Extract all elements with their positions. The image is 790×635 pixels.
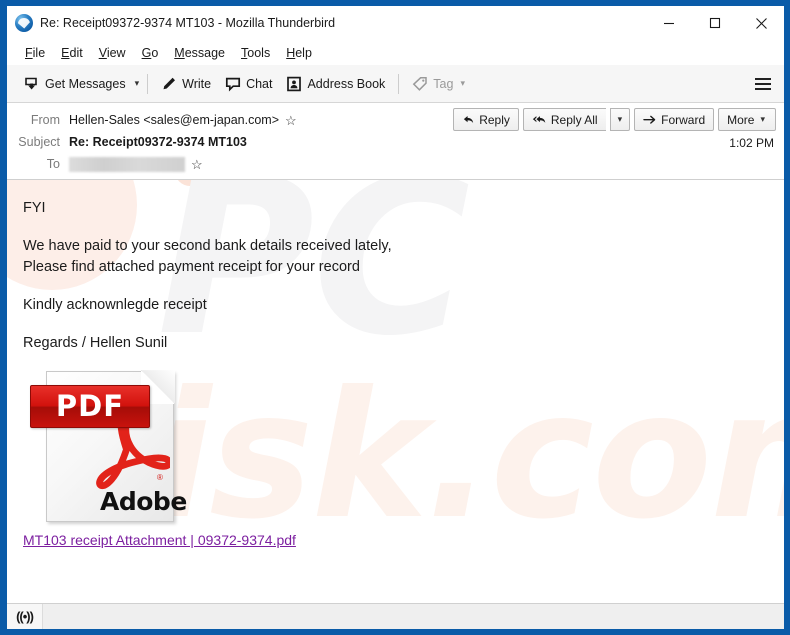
reply-all-dropdown-button[interactable]: ▾ bbox=[609, 108, 631, 131]
subject-label: Subject bbox=[18, 135, 60, 149]
menu-help-rest: elp bbox=[295, 45, 312, 60]
status-bar: ((•)) bbox=[7, 603, 784, 629]
menu-file[interactable]: File bbox=[17, 44, 53, 62]
reply-all-button[interactable]: Reply All bbox=[522, 108, 606, 131]
body-paragraph-2: We have paid to your second bank details… bbox=[23, 236, 784, 278]
thunderbird-window: Re: Receipt09372-9374 MT103 - Mozilla Th… bbox=[0, 0, 790, 635]
close-button[interactable] bbox=[738, 6, 784, 40]
address-book-button[interactable]: Address Book bbox=[279, 72, 392, 96]
get-messages-icon bbox=[25, 77, 37, 89]
pencil-icon bbox=[163, 77, 176, 89]
pdf-badge-label: PDF bbox=[55, 389, 125, 424]
hamburger-line-2 bbox=[755, 82, 771, 85]
address-book-label: Address Book bbox=[307, 76, 386, 91]
write-button[interactable]: Write bbox=[154, 72, 218, 96]
to-row: To ☆ bbox=[7, 153, 784, 175]
attachment-block: ® Adobe PDF MT103 receipt Attachment | 0… bbox=[23, 370, 784, 550]
message-header: From Hellen-Sales <sales@em-japan.com> ☆… bbox=[7, 103, 784, 180]
registered-trademark-symbol: ® bbox=[157, 473, 163, 483]
chevron-down-icon: ▾ bbox=[617, 114, 623, 124]
toolbar-separator-1 bbox=[147, 73, 149, 94]
more-label: More bbox=[727, 112, 755, 127]
body-line-2b: Please find attached payment receipt for… bbox=[23, 259, 360, 276]
chat-button[interactable]: Chat bbox=[218, 72, 279, 96]
chat-label: Chat bbox=[246, 76, 273, 91]
menu-go[interactable]: Go bbox=[134, 44, 167, 62]
close-icon bbox=[755, 17, 767, 29]
more-button[interactable]: More ▾ bbox=[718, 108, 776, 131]
maximize-icon bbox=[709, 17, 721, 29]
window-title: Re: Receipt09372-9374 MT103 - Mozilla Th… bbox=[40, 16, 336, 30]
thunderbird-icon bbox=[15, 14, 33, 32]
menu-file-rest: ile bbox=[32, 45, 46, 60]
reply-label: Reply bbox=[479, 112, 510, 127]
menu-edit[interactable]: Edit bbox=[53, 44, 91, 62]
forward-label: Forward bbox=[661, 112, 706, 127]
body-paragraph-3: Kindly acknownlegde receipt bbox=[23, 297, 207, 314]
from-value[interactable]: Hellen-Sales <sales@em-japan.com> bbox=[69, 113, 279, 127]
menu-view[interactable]: View bbox=[91, 44, 134, 62]
reply-all-icon bbox=[532, 116, 546, 124]
forward-arrow-icon bbox=[643, 115, 656, 124]
menu-go-rest: o bbox=[151, 45, 159, 60]
tag-label: Tag bbox=[433, 76, 454, 91]
hamburger-line-1 bbox=[755, 77, 771, 80]
window-controls bbox=[646, 6, 784, 40]
message-body: PC risk.com FYI We have paid to your sec… bbox=[7, 180, 784, 603]
get-messages-dropdown-caret[interactable]: ▾ bbox=[133, 78, 142, 89]
toolbar-separator-2 bbox=[398, 73, 400, 94]
online-status-icon[interactable]: ((•)) bbox=[7, 604, 43, 629]
maximize-button[interactable] bbox=[692, 6, 738, 40]
message-timestamp: 1:02 PM bbox=[729, 136, 774, 150]
message-text: FYI We have paid to your second bank det… bbox=[23, 198, 784, 354]
title-bar[interactable]: Re: Receipt09372-9374 MT103 - Mozilla Th… bbox=[7, 6, 784, 40]
reply-all-label: Reply All bbox=[550, 112, 598, 127]
menu-tools[interactable]: Tools bbox=[233, 44, 278, 62]
tag-button[interactable]: Tag ▾ bbox=[405, 72, 474, 96]
address-book-icon bbox=[287, 76, 302, 91]
menu-edit-rest: dit bbox=[69, 45, 83, 60]
minimize-icon bbox=[664, 22, 674, 25]
menu-message[interactable]: Message bbox=[166, 44, 233, 62]
to-star-icon[interactable]: ☆ bbox=[191, 158, 203, 171]
pdf-badge: PDF bbox=[30, 385, 150, 429]
menu-tools-rest: ools bbox=[247, 45, 271, 60]
forward-button[interactable]: Forward bbox=[634, 108, 715, 131]
window-inner: Re: Receipt09372-9374 MT103 - Mozilla Th… bbox=[7, 6, 784, 629]
hamburger-line-3 bbox=[755, 87, 771, 90]
body-paragraph-4: Regards / Hellen Sunil bbox=[23, 335, 168, 352]
chat-bubble-icon bbox=[226, 77, 241, 92]
reply-icon bbox=[464, 115, 474, 124]
from-label: From bbox=[30, 113, 60, 127]
menu-message-rest: essage bbox=[184, 45, 226, 60]
pdf-file-icon[interactable]: ® Adobe PDF bbox=[30, 370, 187, 523]
menu-bar: File Edit View Go Message Tools Help bbox=[7, 40, 784, 65]
subject-row: Subject Re: Receipt09372-9374 MT103 bbox=[7, 131, 784, 153]
get-messages-button[interactable]: Get Messages bbox=[17, 72, 133, 96]
app-menu-button[interactable] bbox=[750, 72, 776, 96]
reply-button[interactable]: Reply bbox=[453, 108, 519, 131]
get-messages-label: Get Messages bbox=[45, 76, 126, 91]
menu-help[interactable]: Help bbox=[278, 44, 320, 62]
header-action-buttons: Reply Reply All ▾ Forward More ▾ bbox=[453, 108, 776, 131]
from-star-icon[interactable]: ☆ bbox=[285, 114, 297, 127]
more-chevron-down-icon: ▾ bbox=[760, 114, 765, 124]
body-line-2a: We have paid to your second bank details… bbox=[23, 238, 392, 255]
adobe-wordmark: Adobe bbox=[100, 487, 187, 517]
to-value-redacted bbox=[69, 156, 185, 172]
body-paragraph-1: FYI bbox=[23, 200, 46, 216]
menu-view-rest: iew bbox=[106, 45, 126, 60]
to-label: To bbox=[46, 157, 60, 171]
minimize-button[interactable] bbox=[646, 6, 692, 40]
write-label: Write bbox=[182, 76, 212, 91]
tag-icon bbox=[413, 76, 428, 91]
tag-dropdown-caret[interactable]: ▾ bbox=[458, 78, 467, 89]
main-toolbar: Get Messages ▾ Write Chat Address Book T… bbox=[7, 65, 784, 103]
attachment-link[interactable]: MT103 receipt Attachment | 09372-9374.pd… bbox=[23, 532, 296, 548]
subject-value: Re: Receipt09372-9374 MT103 bbox=[69, 135, 247, 149]
watermark-blob-3 bbox=[175, 180, 205, 186]
